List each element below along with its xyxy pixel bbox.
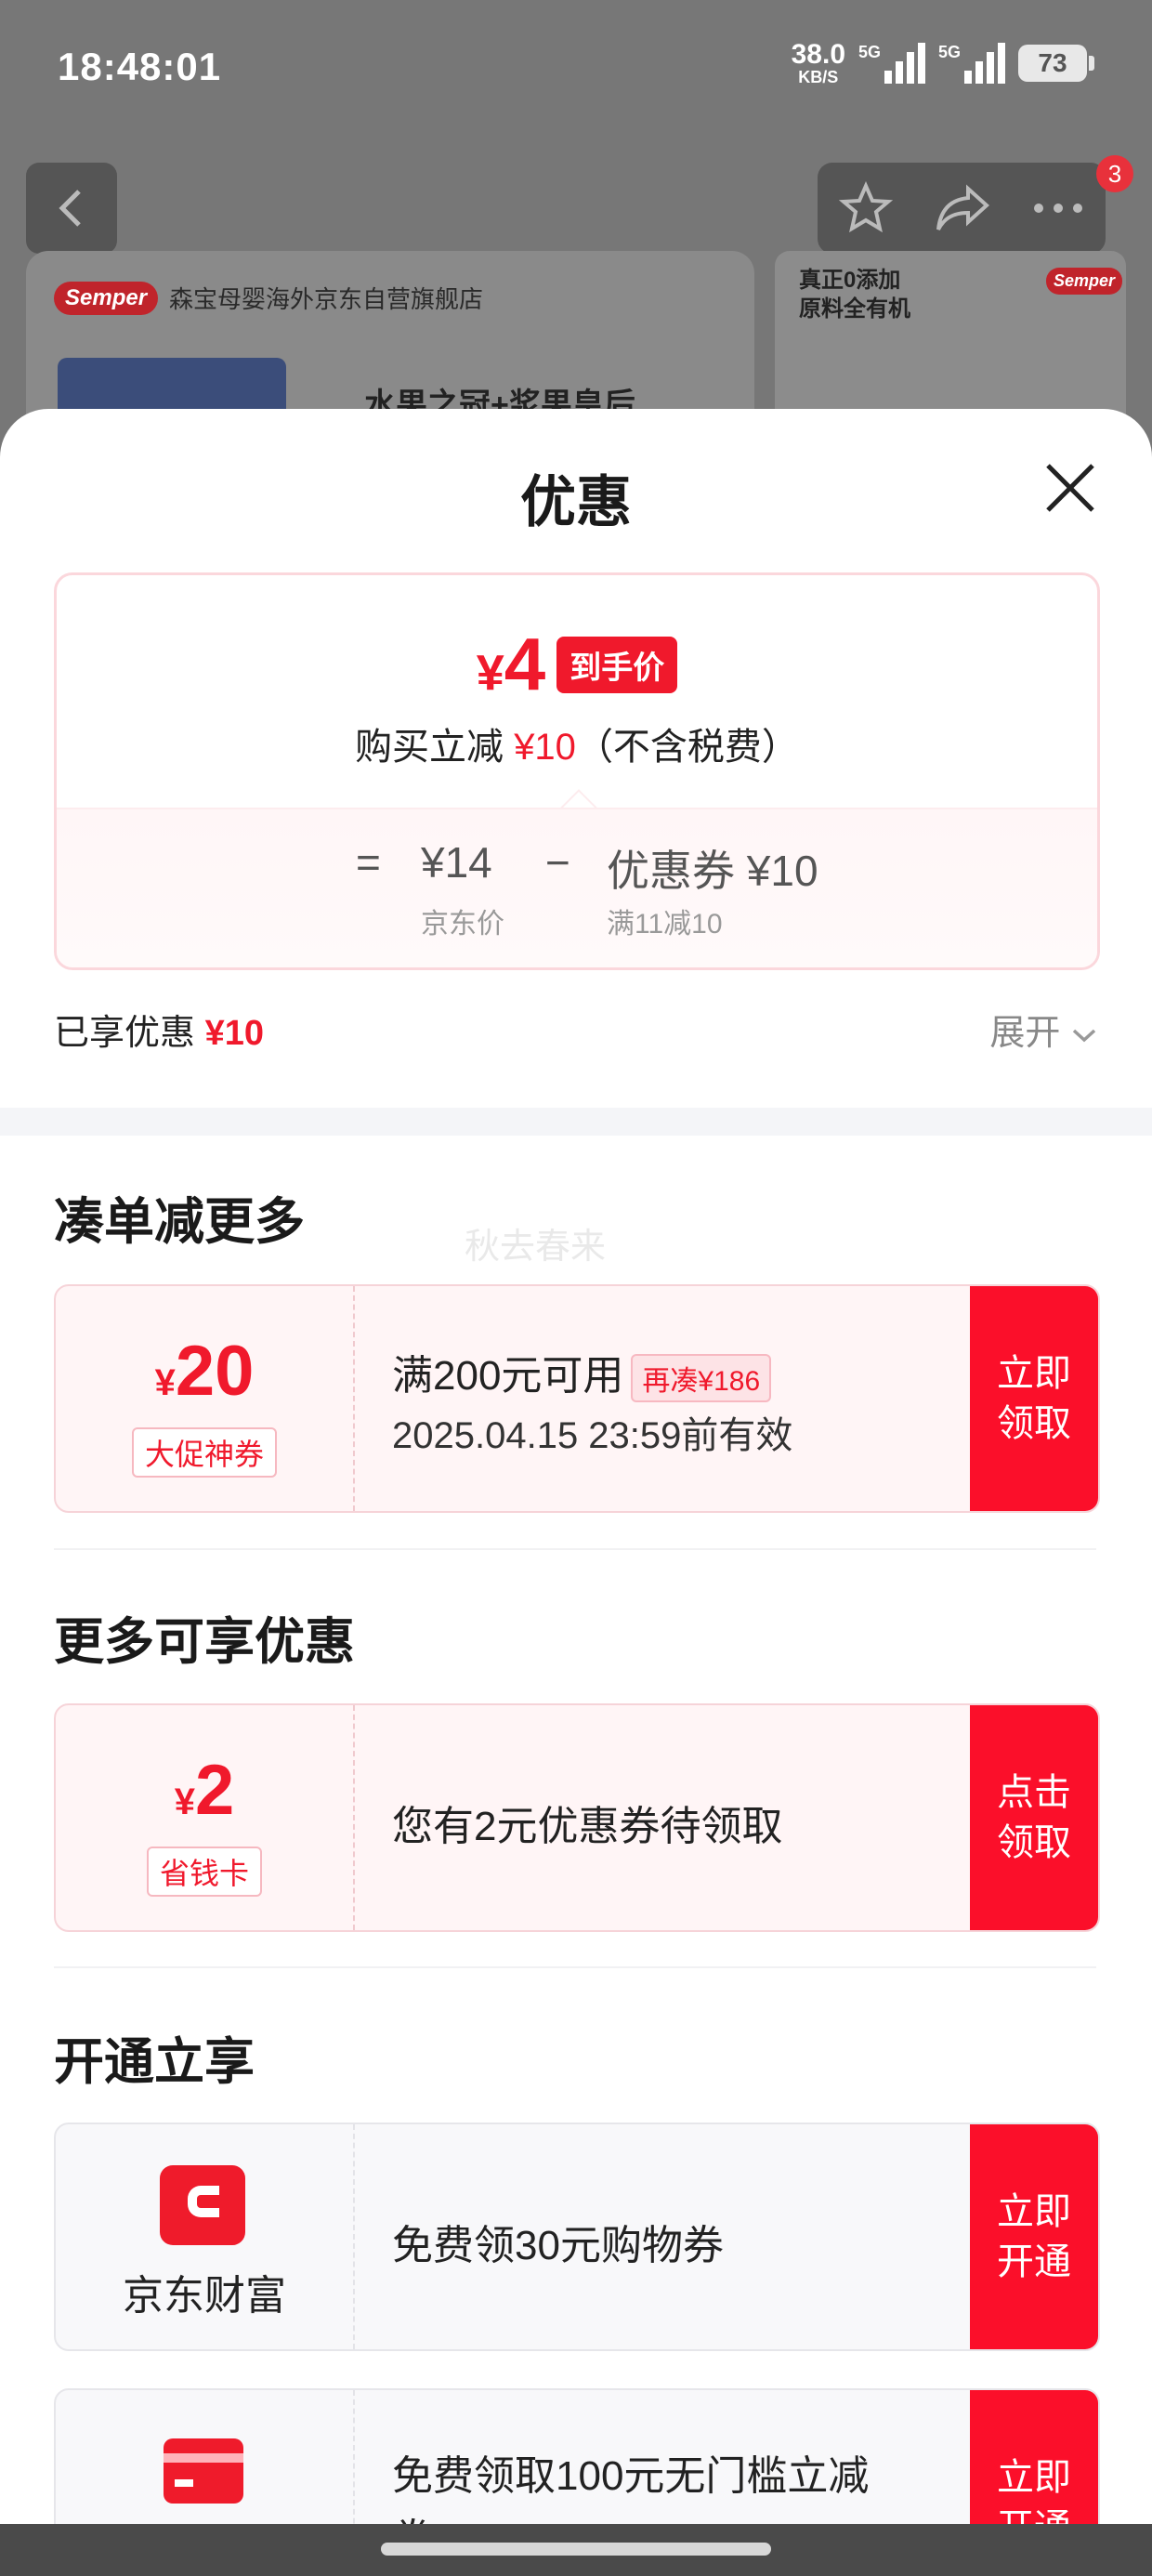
section-divider (0, 1108, 1152, 1136)
coupon-promo-20: ¥20 大促神券 满200元可用 再凑¥186 2025.04.15 23:59前… (54, 1284, 1100, 1513)
semper-logo: Semper (54, 281, 159, 315)
coupon-saving-card: ¥2 省钱卡 您有2元优惠券待领取 点击 领取 (54, 1703, 1100, 1932)
credit-card-icon (164, 2438, 243, 2504)
net-speed-value: 38.0 (791, 39, 845, 70)
coupon-expiry: 2025.04.15 23:59前有效 (392, 1415, 793, 1456)
coupon-type: 省钱卡 (56, 1847, 353, 1897)
signal-icon-2: 5G (938, 43, 1005, 84)
coupon-value: ¥2 (56, 1750, 353, 1831)
enjoyed-amount: ¥10 (204, 1014, 264, 1053)
action-line1: 立即 (997, 2457, 1071, 2498)
coupon-condition-text: 满200元可用 (392, 1353, 624, 1399)
jd-price-label: 京东价 (421, 909, 504, 940)
star-icon[interactable] (838, 181, 893, 235)
coupon-amount: 20 (175, 1332, 255, 1411)
claim-saving-button[interactable]: 点击 领取 (970, 1705, 1098, 1930)
coupon-type-label: 省钱卡 (146, 1847, 262, 1897)
final-price-currency: ¥ (476, 645, 504, 701)
summary-top: ¥4 到手价 购买立减 ¥10（不含税费） (57, 575, 1097, 808)
final-price-value: 4 (504, 623, 546, 705)
action-line1: 立即 (997, 1353, 1071, 1394)
top-nav: 3 (0, 155, 1152, 265)
reduce-suffix: （不含税费） (575, 727, 799, 768)
equals-sign: = (356, 838, 381, 887)
coupon-value: ¥20 (56, 1331, 353, 1412)
action-line2: 领取 (997, 1822, 1071, 1863)
section-title-open: 开通立享 (54, 2034, 255, 2090)
net-speed-unit: KB/S (798, 68, 839, 86)
background-store: Semper 森宝母婴海外京东自营旗舰店 (54, 281, 483, 315)
cart-badge: 3 (1096, 155, 1133, 192)
action-line2: 开通 (997, 2241, 1071, 2282)
net-speed: 38.0 KB/S (791, 39, 845, 86)
jd-finance-logo-icon (160, 2165, 245, 2245)
watermark: 秋去春来 (465, 1228, 607, 1267)
signal-label: 5G (858, 43, 882, 61)
status-bar: 18:48:01 38.0 KB/S 5G 5G 73 (0, 0, 1152, 139)
offer-brand-area (56, 2390, 355, 2528)
expand-toggle[interactable]: 展开 (989, 1004, 1098, 1055)
brand-name: 京东财富 (123, 2273, 286, 2319)
home-indicator[interactable] (0, 2524, 1152, 2576)
final-price-row: ¥4 到手价 (57, 622, 1097, 707)
coupon-amount: 2 (194, 1751, 235, 1830)
discount-sheet: 优惠 ¥4 到手价 购买立减 ¥10（不含税费） = ¥14 京东价 − 优惠券… (0, 409, 1152, 2528)
coupon-condition: 满200元可用 再凑¥186 (392, 1342, 772, 1403)
status-icons: 38.0 KB/S 5G 5G 73 (791, 39, 1094, 86)
jd-finance-offer: 京东财富 免费领30元购物券 立即 开通 (54, 2123, 1100, 2351)
offer-brand-area: 京东财富 (56, 2124, 355, 2349)
offer-desc: 免费领30元购物券 (392, 2223, 724, 2268)
coupon-currency: ¥ (154, 1362, 176, 1403)
coupon-value-area: ¥2 省钱卡 (56, 1705, 355, 1930)
more-icon[interactable] (1032, 202, 1084, 215)
open-finance-button[interactable]: 立即 开通 (970, 2124, 1098, 2349)
section-title-addon: 凑单减更多 (54, 1194, 305, 1250)
reduce-prefix: 购买立减 (355, 727, 504, 768)
enjoyed-discount: 已享优惠 ¥10 (54, 1004, 264, 1055)
share-icon[interactable] (935, 183, 990, 233)
jd-price: ¥14 (421, 838, 492, 887)
action-line2: 领取 (997, 1403, 1071, 1444)
open-card-button[interactable]: 立即 开通 (970, 2390, 1098, 2528)
action-line1: 立即 (997, 2191, 1071, 2232)
expand-label: 展开 (989, 1014, 1061, 1053)
side-semper-logo: Semper (1046, 268, 1123, 295)
side-banner-text: 真正0添加 原料全有机 (799, 268, 910, 322)
status-time: 18:48:01 (58, 45, 222, 88)
reduce-amount: ¥10 (514, 727, 576, 768)
close-icon[interactable] (1042, 460, 1098, 516)
reduce-line: 购买立减 ¥10（不含税费） (57, 716, 1097, 770)
final-price: ¥4 (477, 622, 546, 707)
coupon-deduction: 优惠券 ¥10 (607, 847, 818, 895)
chevron-down-icon (1072, 1029, 1096, 1043)
coupon-desc: 您有2元优惠券待领取 (392, 1804, 783, 1849)
offer-desc-line1: 免费领取100元无门槛立减 (392, 2453, 870, 2499)
final-price-tag: 到手价 (556, 636, 678, 693)
coupon-type-label: 大促神券 (131, 1427, 277, 1478)
coupon-value-area: ¥20 大促神券 (56, 1286, 355, 1511)
store-name: 森宝母婴海外京东自营旗舰店 (169, 285, 484, 313)
action-line1: 点击 (997, 1772, 1071, 1813)
minus-sign: − (545, 838, 570, 887)
section-title-more: 更多可享优惠 (54, 1614, 355, 1670)
signal-label-2: 5G (938, 43, 962, 61)
claim-coupon-button[interactable]: 立即 领取 (970, 1286, 1098, 1511)
signal-icon: 5G (858, 43, 925, 84)
back-button[interactable] (26, 163, 117, 254)
divider (54, 1548, 1096, 1550)
divider (54, 1966, 1096, 1968)
sheet-title: 优惠 (520, 471, 632, 533)
coupon-currency: ¥ (174, 1781, 195, 1822)
price-summary-card: ¥4 到手价 购买立减 ¥10（不含税费） = ¥14 京东价 − 优惠券 ¥1… (54, 572, 1100, 970)
coupon-type: 大促神券 (56, 1427, 353, 1478)
coupon-rule: 满11减10 (607, 909, 723, 940)
card-offer: 免费领取100元无门槛立减 券 立即 开通 (54, 2388, 1100, 2528)
addon-pill: 再凑¥186 (631, 1354, 772, 1403)
enjoyed-label: 已享优惠 (54, 1014, 196, 1053)
chevron-left-icon (59, 190, 81, 227)
price-breakdown: = ¥14 京东价 − 优惠券 ¥10 满11减10 (57, 808, 1097, 967)
nav-action-group (818, 163, 1106, 254)
battery-icon: 73 (1018, 45, 1094, 82)
